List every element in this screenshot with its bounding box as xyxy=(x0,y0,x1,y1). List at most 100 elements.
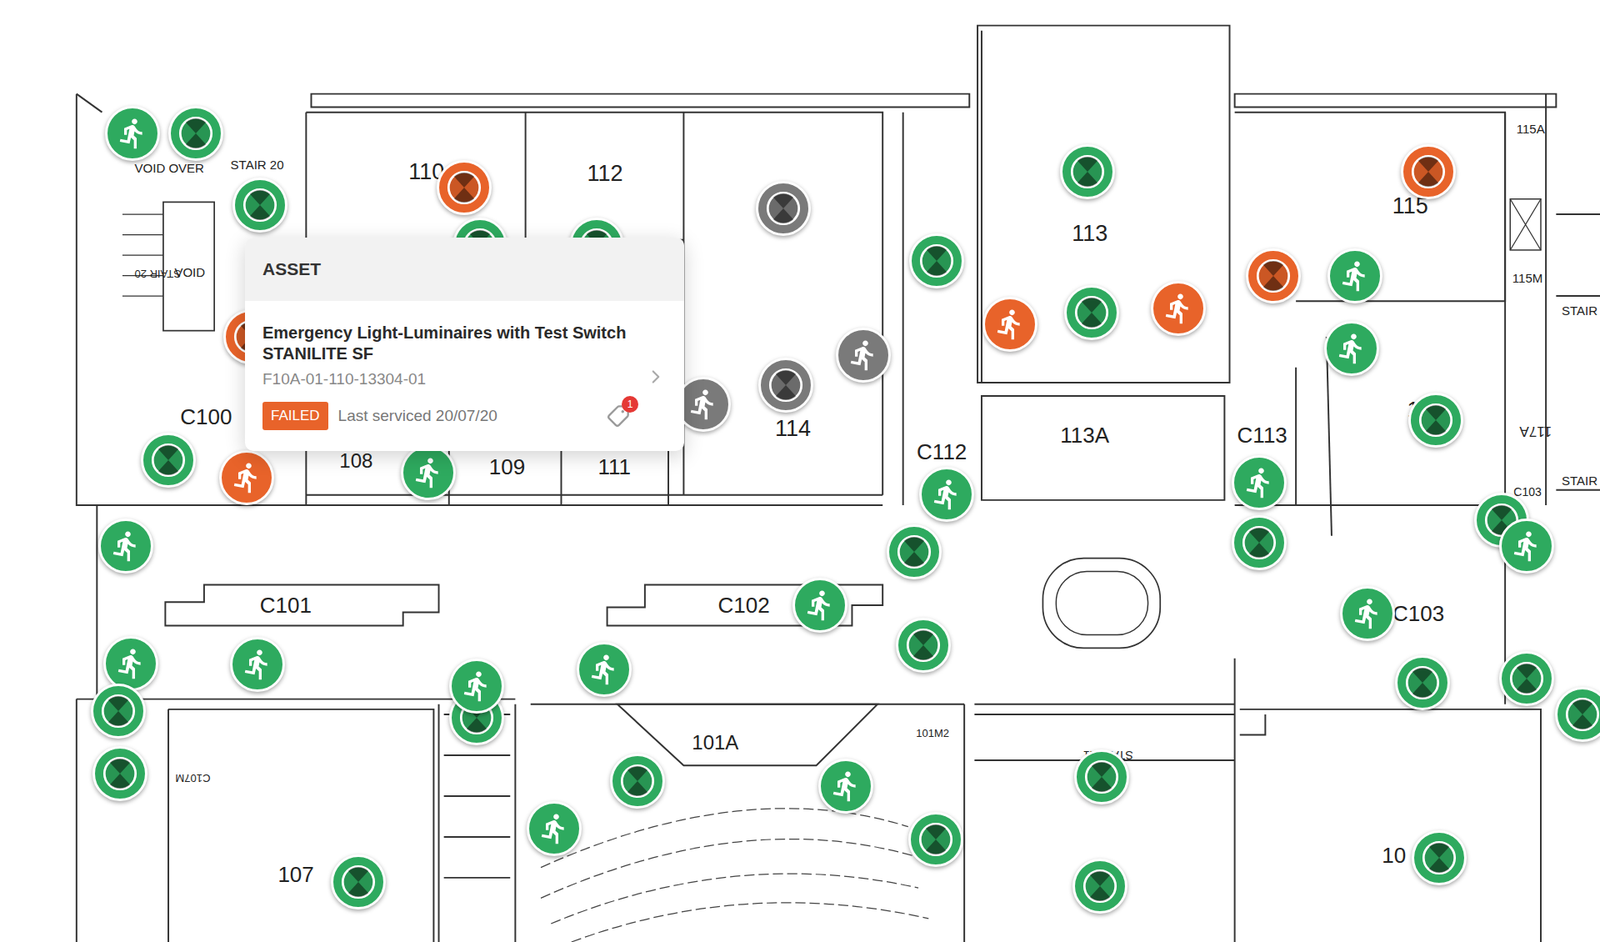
chevron-right-icon[interactable] xyxy=(645,365,667,388)
asset-pin[interactable] xyxy=(103,635,159,691)
exit-sign-icon xyxy=(537,811,571,845)
floor-plan-map[interactable]: 110112113114115115A115MSTAIR 20VOID OVER… xyxy=(0,0,1600,942)
room-label: 109 xyxy=(489,455,525,478)
asset-pin[interactable] xyxy=(1411,830,1467,885)
exit-sign-icon xyxy=(240,647,275,681)
asset-pin[interactable] xyxy=(758,357,814,413)
room-label: 10 xyxy=(1381,844,1406,866)
exit-sign-icon xyxy=(230,460,264,495)
room-label: C103 xyxy=(1392,602,1445,625)
asset-pin[interactable] xyxy=(1499,650,1555,706)
room-label: 113A xyxy=(1060,424,1110,446)
asset-pin[interactable] xyxy=(908,811,964,867)
room-label: STAIR xyxy=(1561,473,1598,486)
asset-pin[interactable] xyxy=(105,105,160,161)
asset-pin[interactable] xyxy=(219,450,275,505)
emergency-light-icon xyxy=(1564,695,1600,733)
emergency-light-icon xyxy=(1410,153,1447,190)
exit-sign-icon xyxy=(1510,529,1544,563)
asset-pin[interactable] xyxy=(1324,320,1380,376)
emergency-light-icon xyxy=(445,169,483,206)
asset-pin[interactable] xyxy=(526,800,582,856)
emergency-light-icon xyxy=(767,366,805,404)
room-label: 111 xyxy=(597,455,631,478)
room-label: C113 xyxy=(1237,424,1288,446)
emergency-light-icon xyxy=(1083,758,1120,795)
status-badge: FAILED xyxy=(262,401,329,430)
emergency-light-icon xyxy=(241,186,279,224)
emergency-light-icon xyxy=(765,190,802,227)
asset-pin[interactable] xyxy=(1231,515,1287,570)
exit-sign-icon xyxy=(460,669,494,703)
emergency-light-icon xyxy=(619,762,656,800)
exit-sign-icon xyxy=(1338,259,1372,293)
emergency-light-icon xyxy=(905,626,942,664)
exit-sign-icon xyxy=(686,387,720,421)
exit-sign-icon xyxy=(115,116,150,150)
room-label: C101 xyxy=(260,594,312,616)
emergency-light-icon xyxy=(918,242,955,280)
room-label: 108 xyxy=(339,450,373,471)
asset-pin[interactable] xyxy=(755,180,811,236)
asset-pin[interactable] xyxy=(1150,280,1206,336)
asset-pin[interactable] xyxy=(1555,686,1600,742)
exit-sign-icon xyxy=(1161,291,1195,325)
asset-pin[interactable] xyxy=(818,758,874,814)
tag-button[interactable]: 1 xyxy=(601,400,635,431)
last-serviced: Last serviced 20/07/20 xyxy=(338,404,592,429)
asset-pin[interactable] xyxy=(230,636,285,692)
exit-sign-icon xyxy=(993,307,1027,341)
popup-header: ASSET xyxy=(245,237,685,301)
asset-pin[interactable] xyxy=(895,617,951,673)
asset-pin[interactable] xyxy=(1408,392,1464,448)
exit-sign-icon xyxy=(846,338,880,372)
asset-pin[interactable] xyxy=(919,466,975,522)
asset-pin[interactable] xyxy=(400,445,456,500)
asset-pin[interactable] xyxy=(90,683,146,739)
asset-pin[interactable] xyxy=(436,160,492,215)
asset-pin[interactable] xyxy=(98,518,154,574)
asset-pin[interactable] xyxy=(168,105,224,161)
exit-sign-icon xyxy=(587,652,621,686)
asset-pin[interactable] xyxy=(1231,455,1287,510)
asset-popup[interactable]: ASSETEmergency Light-Luminaires with Tes… xyxy=(245,237,685,451)
asset-pin[interactable] xyxy=(909,233,965,289)
emergency-light-icon xyxy=(177,115,215,152)
asset-pin[interactable] xyxy=(835,327,891,383)
asset-pin[interactable] xyxy=(449,658,505,714)
asset-pin[interactable] xyxy=(232,177,288,233)
asset-pin[interactable] xyxy=(1245,248,1301,304)
asset-pin[interactable] xyxy=(1064,285,1120,340)
asset-pin[interactable] xyxy=(576,641,632,697)
asset-pin[interactable] xyxy=(330,854,386,910)
asset-pin[interactable] xyxy=(92,745,148,801)
emergency-light-icon xyxy=(1417,401,1455,439)
asset-pin[interactable] xyxy=(1327,248,1383,304)
asset-pin[interactable] xyxy=(1340,585,1395,641)
asset-pin[interactable] xyxy=(1499,518,1555,574)
asset-pin[interactable] xyxy=(1072,858,1128,914)
asset-pin[interactable] xyxy=(1060,144,1115,200)
room-label: VOID OVER xyxy=(135,160,205,174)
room-label: 115M xyxy=(1512,271,1543,285)
emergency-light-icon xyxy=(1404,664,1441,701)
asset-pin[interactable] xyxy=(1400,144,1456,200)
asset-pin[interactable] xyxy=(1074,749,1130,805)
asset-pin[interactable] xyxy=(792,577,848,633)
room-label: C100 xyxy=(180,405,232,428)
room-label: 101A xyxy=(691,732,739,753)
asset-pin[interactable] xyxy=(886,524,942,580)
emergency-light-icon xyxy=(1508,660,1545,697)
emergency-light-icon xyxy=(100,692,137,730)
emergency-light-icon xyxy=(340,863,377,900)
room-label: 113 xyxy=(1071,222,1108,245)
room-label: 107 xyxy=(277,863,314,885)
emergency-light-icon xyxy=(895,533,933,570)
room-label: STAIR 20 xyxy=(134,268,180,280)
exit-sign-icon xyxy=(114,646,148,680)
asset-pin[interactable] xyxy=(1395,655,1450,710)
asset-pin[interactable] xyxy=(982,296,1038,352)
asset-pin[interactable] xyxy=(140,432,196,488)
asset-pin[interactable] xyxy=(610,753,665,809)
exit-sign-icon xyxy=(803,588,837,622)
